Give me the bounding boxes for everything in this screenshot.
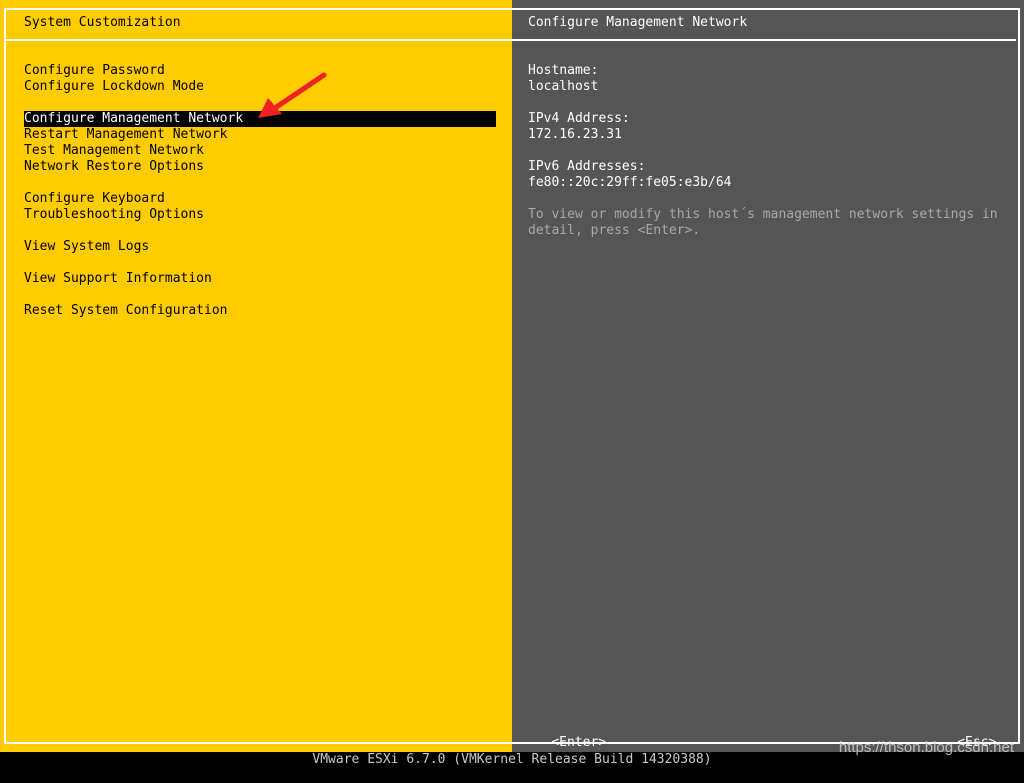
menu-item-view-system-logs[interactable]: View System Logs	[24, 239, 496, 255]
details-title: Configure Management Network	[528, 15, 748, 30]
menu-item-network-restore-options[interactable]: Network Restore Options	[24, 159, 496, 175]
menu-item-test-management-network[interactable]: Test Management Network	[24, 143, 496, 159]
menu-item-troubleshooting-options[interactable]: Troubleshooting Options	[24, 207, 496, 223]
panel-title: System Customization	[24, 15, 181, 30]
hostname-label: Hostname:	[528, 63, 599, 78]
menu-spacer	[24, 287, 496, 303]
menu-item-reset-system-configuration[interactable]: Reset System Configuration	[24, 303, 496, 319]
header-divider	[6, 39, 512, 41]
ipv4-label: IPv4 Address:	[528, 111, 630, 126]
footer-enter-more[interactable]: <Enter> More	[520, 719, 606, 783]
ipv6-value: fe80::20c:29ff:fe05:e3b/64	[528, 175, 732, 190]
ipv6-label: IPv6 Addresses:	[528, 159, 646, 174]
network-info: Hostname: localhost IPv4 Address: 172.16…	[528, 63, 1018, 239]
menu-spacer	[24, 255, 496, 271]
menu-spacer	[24, 223, 496, 239]
menu-item-restart-management-network[interactable]: Restart Management Network	[24, 127, 496, 143]
hostname-value: localhost	[528, 79, 599, 94]
help-text: To view or modify this host´s management…	[528, 207, 998, 238]
details-panel: Configure Management Network Hostname: l…	[512, 0, 1024, 766]
enter-key-label: <Enter>	[551, 735, 607, 750]
menu-spacer	[24, 175, 496, 191]
menu-item-configure-keyboard[interactable]: Configure Keyboard	[24, 191, 496, 207]
watermark: https://thson.blog.csdn.net	[838, 739, 1014, 756]
ipv4-value: 172.16.23.31	[528, 127, 622, 142]
menu-item-view-support-information[interactable]: View Support Information	[24, 271, 496, 287]
header-divider	[512, 39, 1016, 41]
annotation-arrow-icon	[258, 72, 327, 118]
